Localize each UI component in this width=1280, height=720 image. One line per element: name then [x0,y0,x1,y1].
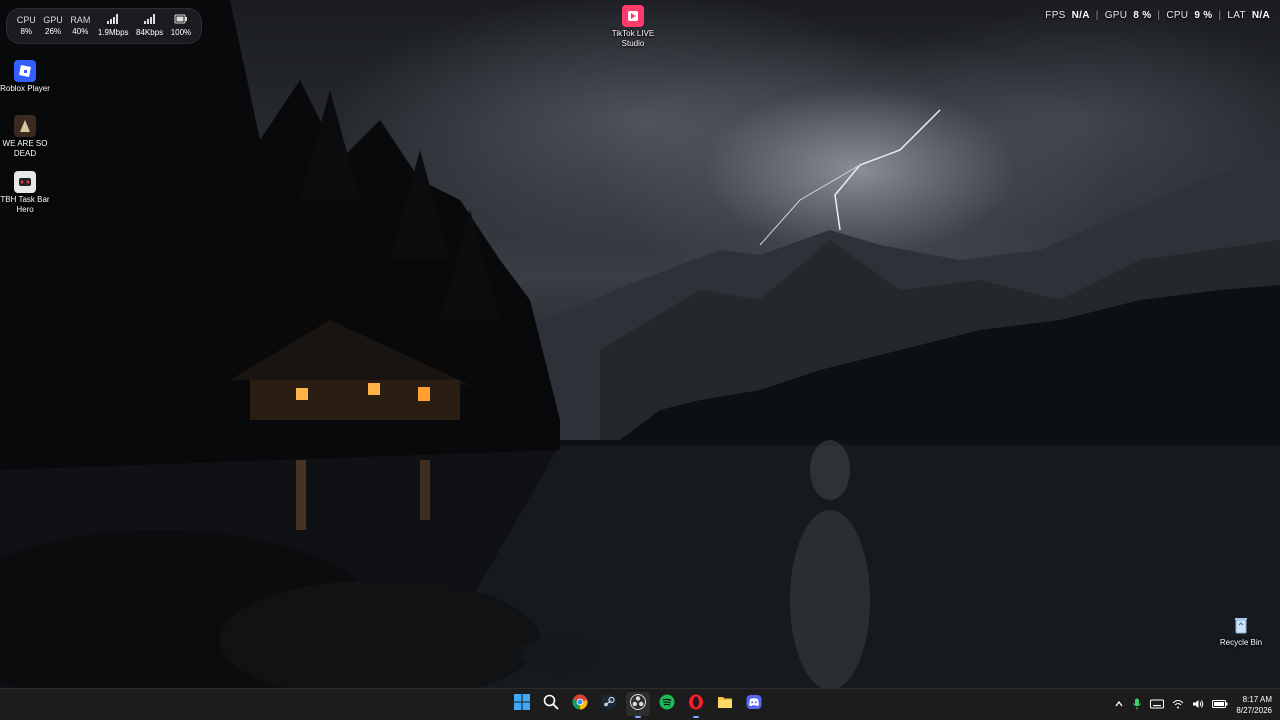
taskbar-apps [510,692,766,718]
tiktok-live-icon [622,5,644,27]
gpu-stat-value: 26% [45,27,62,36]
fps-value: N/A [1071,10,1090,21]
download-signal-icon [136,13,163,27]
ram-stat: RAM 40% [70,14,90,38]
battery-icon [171,14,191,27]
search-icon [543,694,559,715]
taskbar-discord[interactable] [742,692,766,716]
chevron-up-icon[interactable] [1114,699,1124,712]
desktop-icon-roblox[interactable]: Roblox Player [0,60,53,94]
cpu-stat-value: 8% [20,27,33,36]
roblox-icon [14,60,36,82]
recycle-bin-icon [1230,614,1252,636]
lat-label: LAT [1227,10,1246,21]
desktop-icon-label: Recycle Bin [1219,638,1263,647]
gpu-value: 8 % [1133,10,1152,21]
ram-stat-value: 40% [72,27,89,36]
taskbar-chrome[interactable] [568,692,592,716]
start-icon [514,693,530,715]
desktop-icon-recycle-bin[interactable]: Recycle Bin [1213,614,1269,648]
fps-label: FPS [1045,10,1066,21]
separator: | [1095,10,1099,21]
taskbar-obs[interactable] [626,692,650,718]
start-button[interactable] [510,692,534,716]
upload-stat-value: 1.9Mbps [97,27,129,37]
gpu-stat-label: GPU [43,15,63,25]
spotify-icon [659,694,675,715]
battery-stat: 100% [171,14,191,39]
taskbar-opera[interactable] [684,692,708,718]
cpu-stat-label: CPU [16,15,36,25]
download-stat-value: 84Kbps [136,27,164,37]
tbh-icon [14,171,36,193]
desktop-icon-label: Roblox Player [0,84,50,93]
taskbar-file-explorer[interactable] [713,692,737,716]
cpu-stat: CPU 8% [17,14,36,38]
gpu-stat: GPU 26% [43,14,63,38]
gpu-label: GPU [1104,10,1128,21]
desktop-icon-we-are-so-dead[interactable]: WE ARE SO DEAD [0,115,53,159]
cpu-value: 9 % [1194,10,1213,21]
desktop-icon-label: WE ARE SO DEAD [2,139,48,158]
system-tray: 8:17 AM 8/27/2026 [1114,689,1272,720]
game-icon [14,115,36,137]
taskbar: 8:17 AM 8/27/2026 [0,688,1280,720]
opera-icon [688,694,704,715]
wifi-icon[interactable] [1172,699,1184,712]
battery-stat-value: 100% [170,27,192,37]
cpu-label: CPU [1166,10,1189,21]
volume-icon[interactable] [1192,699,1204,712]
upload-stat: 1.9Mbps [97,13,129,39]
upload-signal-icon [98,13,129,27]
battery-icon[interactable] [1212,699,1228,712]
download-stat: 84Kbps [136,13,164,39]
performance-overlay: FPS N/A | GPU 8 % | CPU 9 % | LAT N/A [1045,10,1270,21]
desktop-wallpaper [0,0,1280,688]
taskbar-spotify[interactable] [655,692,679,716]
chrome-icon [572,694,588,715]
ram-stat-label: RAM [70,15,91,25]
steam-icon [601,694,617,715]
taskbar-steam[interactable] [597,692,621,716]
clock-time: 8:17 AM [1242,695,1272,704]
clock-date: 8/27/2026 [1236,706,1272,715]
microphone-icon[interactable] [1132,698,1142,713]
discord-icon [746,694,762,715]
hardware-monitor-widget[interactable]: CPU 8% GPU 26% RAM 40% 1.9Mbps 84Kbps 10… [6,8,202,44]
desktop-icon-tbh-task-bar-hero[interactable]: TBH Task Bar Hero [0,171,53,215]
desktop-icon-tiktok-live-studio[interactable]: TikTok LIVE Studio [605,5,661,49]
taskbar-clock[interactable]: 8:17 AM 8/27/2026 [1236,694,1272,716]
separator: | [1157,10,1161,21]
file-explorer-icon [717,694,733,715]
desktop-icon-label: TikTok LIVE Studio [611,29,655,48]
keyboard-icon[interactable] [1150,699,1165,712]
separator: | [1218,10,1222,21]
desktop-icon-label: TBH Task Bar Hero [0,195,50,214]
obs-icon [630,693,646,715]
search-button[interactable] [539,692,563,716]
lat-value: N/A [1251,10,1270,21]
